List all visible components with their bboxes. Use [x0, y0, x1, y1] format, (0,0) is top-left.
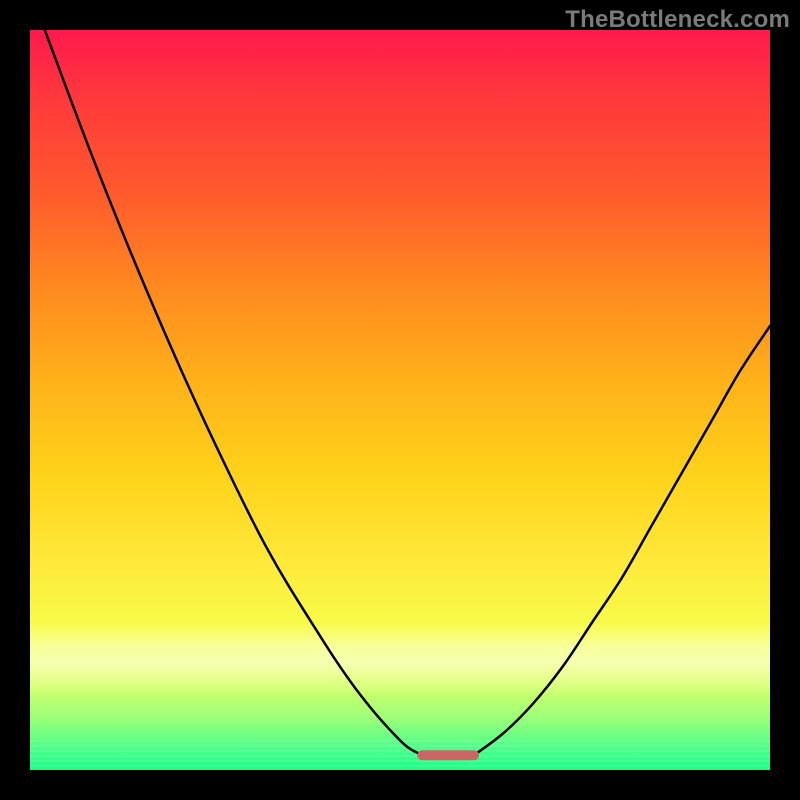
chart-frame: TheBottleneck.com: [0, 0, 800, 800]
plot-gradient-background: [30, 30, 770, 770]
watermark-text: TheBottleneck.com: [565, 6, 790, 34]
